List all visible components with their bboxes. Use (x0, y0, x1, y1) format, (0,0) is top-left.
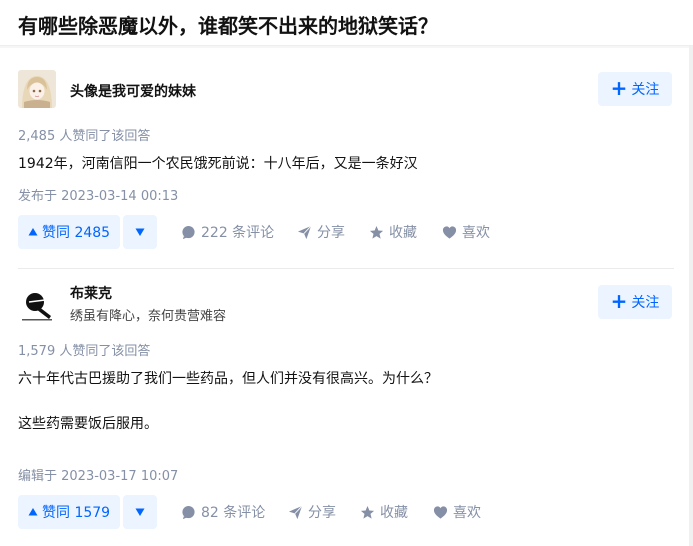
triangle-down-icon (135, 508, 145, 516)
author-name[interactable]: 头像是我可爱的妹妹 (70, 81, 196, 101)
downvote-button[interactable] (123, 495, 157, 529)
plus-icon: + (610, 76, 628, 100)
share-label: 分享 (317, 225, 345, 241)
answer-item: 布莱克 绣虽有降心，奈何贵营难容 + 关注 1,579 人赞同了该回答 六十年代… (18, 268, 674, 546)
comments-button[interactable]: 82 条评论 (181, 495, 265, 529)
answer-time[interactable]: 发布于 2023-03-14 00:13 (18, 185, 178, 204)
triangle-up-icon (28, 228, 38, 236)
collect-button[interactable]: 收藏 (360, 495, 408, 529)
follow-label: 关注 (631, 295, 660, 311)
downvote-button[interactable] (123, 215, 157, 249)
answer-item: 头像是我可爱的妹妹 + 关注 2,485 人赞同了该回答 1942年，河南信阳一… (18, 48, 674, 268)
share-label: 分享 (308, 505, 336, 521)
upvote-button[interactable]: 赞同 2485 (18, 215, 121, 249)
question-title[interactable]: 有哪些除恶魔以外，谁都笑不出来的地狱笑话？ (18, 10, 438, 39)
author-name[interactable]: 布莱克 (70, 283, 112, 303)
comments-button[interactable]: 222 条评论 (181, 215, 274, 249)
comments-label: 222 条评论 (201, 225, 275, 241)
star-icon (369, 225, 384, 239)
answer-divider (18, 268, 674, 269)
answer-content-line: 六十年代古巴援助了我们一些药品，但人们并没有很高兴。为什么？ (18, 371, 438, 387)
answer-actions: 赞同 1579 82 条评论 分享 收藏 喜欢 (18, 495, 674, 529)
comment-bubble-icon (182, 225, 195, 239)
collect-label: 收藏 (389, 225, 417, 241)
vote-summary: 1,579 人赞同了该回答 (18, 344, 151, 359)
avatar[interactable] (18, 70, 56, 108)
follow-button[interactable]: + 关注 (598, 72, 672, 106)
answer-time[interactable]: 编辑于 2023-03-17 10:07 (18, 465, 178, 484)
answers-list: 头像是我可爱的妹妹 + 关注 2,485 人赞同了该回答 1942年，河南信阳一… (0, 48, 693, 546)
vote-summary: 2,485 人赞同了该回答 (18, 129, 151, 144)
answer-content-line: 这些药需要饭后服用。 (18, 416, 158, 432)
follow-button[interactable]: + 关注 (598, 285, 672, 319)
author-bio: 绣虽有降心，奈何贵营难容 (70, 309, 227, 324)
heart-icon (442, 225, 457, 239)
like-label: 喜欢 (462, 225, 490, 241)
share-button[interactable]: 分享 (288, 495, 336, 529)
plus-icon: + (610, 289, 628, 313)
upvote-label: 赞同 2485 (42, 225, 111, 241)
upvote-button[interactable]: 赞同 1579 (18, 495, 121, 529)
question-header: 有哪些除恶魔以外，谁都笑不出来的地狱笑话？ (0, 0, 693, 46)
answer-content-line: 1942年，河南信阳一个农民饿死前说：十八年后，又是一条好汉 (18, 156, 418, 172)
collect-label: 收藏 (380, 505, 408, 521)
follow-label: 关注 (631, 82, 660, 98)
triangle-up-icon (28, 508, 38, 516)
avatar[interactable] (18, 286, 56, 324)
comment-bubble-icon (182, 505, 195, 519)
like-label: 喜欢 (453, 505, 481, 521)
heart-icon (433, 505, 448, 519)
upvote-label: 赞同 1579 (42, 505, 111, 521)
paper-plane-icon (288, 505, 303, 519)
share-button[interactable]: 分享 (297, 215, 345, 249)
scrollbar[interactable] (689, 46, 693, 546)
star-icon (360, 505, 375, 519)
collect-button[interactable]: 收藏 (369, 215, 417, 249)
like-button[interactable]: 喜欢 (442, 215, 490, 249)
like-button[interactable]: 喜欢 (433, 495, 481, 529)
triangle-down-icon (135, 228, 145, 236)
comments-label: 82 条评论 (201, 505, 266, 521)
answer-actions: 赞同 2485 222 条评论 分享 收藏 喜欢 (18, 215, 674, 249)
paper-plane-icon (297, 225, 312, 239)
